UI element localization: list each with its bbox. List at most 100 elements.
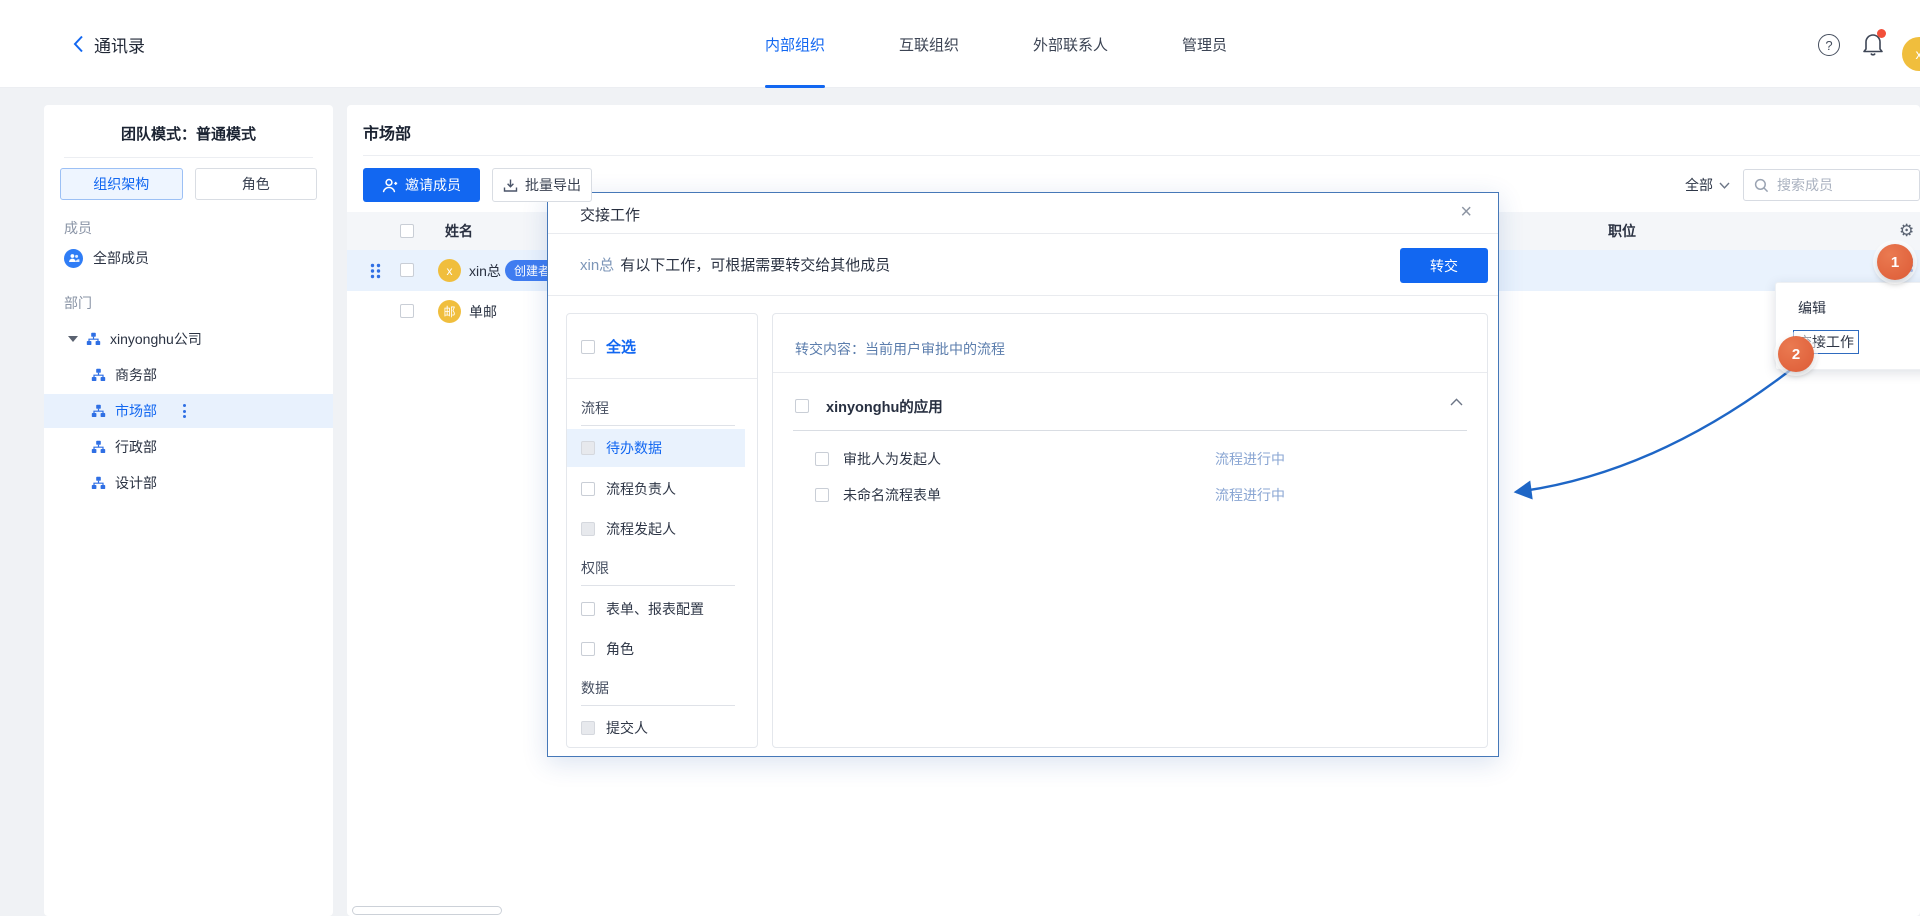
download-icon: [503, 178, 518, 193]
dialog-message-row: xin总有以下工作，可根据需要转交给其他成员 转交: [548, 234, 1498, 296]
checkbox[interactable]: [795, 399, 809, 413]
category-label: 角色: [606, 639, 634, 659]
departments-section-label: 部门: [64, 293, 92, 313]
category-label: 流程负责人: [606, 479, 676, 499]
category-process-owner[interactable]: 流程负责人: [567, 470, 757, 508]
close-icon[interactable]: ×: [1460, 201, 1472, 224]
notification-dot: [1877, 29, 1886, 38]
select-all-row[interactable]: 全选: [581, 336, 636, 357]
avatar: 邮: [438, 300, 461, 323]
tree-caret-icon[interactable]: [68, 336, 78, 342]
bulk-export-label: 批量导出: [525, 175, 581, 195]
gear-icon[interactable]: ⚙: [1899, 221, 1914, 241]
org-icon: [91, 440, 106, 454]
message-user: xin总: [580, 257, 614, 274]
divider: [64, 157, 313, 158]
process-name: 未命名流程表单: [843, 485, 941, 505]
category-label: 提交人: [606, 718, 648, 738]
bulk-export-button[interactable]: 批量导出: [492, 168, 592, 202]
dept-label: 设计部: [115, 473, 157, 493]
members-section-label: 成员: [64, 218, 92, 238]
column-position: 职位: [1608, 221, 1636, 241]
checkbox[interactable]: [581, 642, 595, 656]
checkbox[interactable]: [815, 488, 829, 502]
horizontal-scrollbar[interactable]: [352, 906, 502, 915]
process-status: 流程进行中: [1215, 485, 1285, 505]
tab-external-contacts[interactable]: 外部联系人: [1033, 0, 1108, 88]
caret-down-icon: [1719, 182, 1730, 189]
avatar: x: [438, 259, 461, 282]
dept-label: 市场部: [115, 401, 157, 421]
row-checkbox[interactable]: [400, 304, 414, 318]
drag-handle[interactable]: [370, 263, 381, 279]
all-members-label: 全部成员: [93, 248, 149, 268]
company-label: xinyonghu公司: [110, 329, 202, 349]
dialog-message: xin总有以下工作，可根据需要转交给其他成员: [580, 254, 890, 275]
dialog-header: 交接工作 ×: [548, 193, 1498, 234]
tree-node-dept-design[interactable]: 设计部: [44, 466, 333, 500]
divider: [581, 705, 735, 706]
category-label: 表单、报表配置: [606, 599, 704, 619]
tab-admin[interactable]: 管理员: [1182, 0, 1227, 88]
handover-dialog: 交接工作 × xin总有以下工作，可根据需要转交给其他成员 转交 全选 流程 待…: [547, 192, 1499, 757]
group-label-data: 数据: [581, 678, 609, 698]
checkbox[interactable]: [581, 522, 595, 536]
invite-member-button[interactable]: 邀请成员: [363, 168, 480, 202]
department-title: 市场部: [363, 120, 411, 144]
row-checkbox[interactable]: [400, 263, 414, 277]
sidebar-item-all-members[interactable]: 全部成员: [64, 248, 149, 268]
tab-roles[interactable]: 角色: [195, 168, 318, 200]
category-todo-data[interactable]: 待办数据: [567, 429, 745, 467]
divider: [773, 372, 1487, 373]
category-process-initiator[interactable]: 流程发起人: [567, 510, 757, 548]
checkbox[interactable]: [581, 441, 595, 455]
checkbox[interactable]: [815, 452, 829, 466]
menu-item-label: 编辑: [1798, 298, 1826, 318]
tab-org-structure[interactable]: 组织架构: [60, 168, 183, 200]
tree-node-dept-marketing[interactable]: 市场部: [44, 394, 333, 428]
chevron-up-icon[interactable]: [1450, 398, 1463, 406]
checkbox[interactable]: [581, 482, 595, 496]
category-label: 待办数据: [606, 438, 662, 458]
dialog-title: 交接工作: [580, 204, 640, 225]
back-button[interactable]: 通讯录: [73, 0, 145, 88]
transfer-button[interactable]: 转交: [1400, 248, 1488, 283]
search-input[interactable]: [1777, 177, 1897, 193]
message-text: 有以下工作，可根据需要转交给其他成员: [620, 257, 890, 274]
sidebar-view-tabs: 组织架构 角色: [60, 168, 317, 200]
handover-categories-panel: 全选 流程 待办数据 流程负责人 流程发起人 权限 表单、报表配置: [566, 313, 758, 748]
search-box[interactable]: [1743, 169, 1920, 201]
select-all-checkbox[interactable]: [400, 224, 414, 238]
top-bar: 通讯录 内部组织 互联组织 外部联系人 管理员 ? x: [0, 0, 1920, 88]
group-label-permission: 权限: [581, 558, 609, 578]
user-avatar[interactable]: x: [1902, 37, 1920, 71]
process-status: 流程进行中: [1215, 449, 1285, 469]
help-icon[interactable]: ?: [1818, 34, 1840, 56]
category-form-report-config[interactable]: 表单、报表配置: [567, 590, 757, 628]
process-name: 审批人为发起人: [843, 449, 941, 469]
tree-node-company[interactable]: xinyonghu公司: [44, 322, 333, 356]
checkbox[interactable]: [581, 602, 595, 616]
notification-bell[interactable]: [1862, 32, 1884, 61]
org-icon: [91, 476, 106, 490]
category-submitter[interactable]: 提交人: [567, 709, 757, 747]
select-all-checkbox[interactable]: [581, 340, 595, 354]
team-mode-label: 团队模式：普通模式: [44, 123, 333, 144]
members-icon: [64, 249, 83, 268]
tab-connected-org[interactable]: 互联组织: [899, 0, 959, 88]
tree-node-dept-business[interactable]: 商务部: [44, 358, 333, 392]
process-row[interactable]: 未命名流程表单 流程进行中: [815, 484, 1463, 506]
app-group-row[interactable]: xinyonghu的应用: [795, 394, 1463, 418]
dept-more-icon[interactable]: [183, 404, 186, 418]
tree-node-dept-admin[interactable]: 行政部: [44, 430, 333, 464]
category-role[interactable]: 角色: [567, 630, 757, 668]
divider: [793, 430, 1467, 431]
checkbox[interactable]: [581, 721, 595, 735]
tab-internal-org[interactable]: 内部组织: [765, 0, 825, 88]
app-root: 通讯录 内部组织 互联组织 外部联系人 管理员 ? x 团队模式：普通模式 组织…: [0, 0, 1920, 916]
filter-dropdown[interactable]: 全部: [1685, 168, 1730, 202]
divider: [581, 425, 735, 426]
column-name: 姓名: [445, 221, 473, 241]
menu-item-edit[interactable]: 编辑: [1776, 291, 1920, 325]
process-row[interactable]: 审批人为发起人 流程进行中: [815, 448, 1463, 470]
